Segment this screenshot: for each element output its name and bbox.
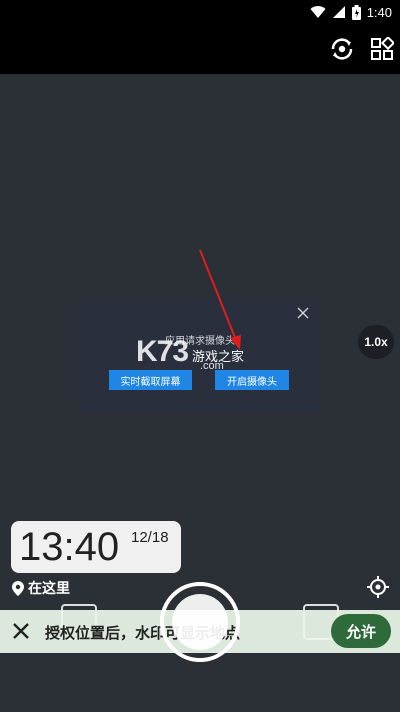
- open-camera-button[interactable]: 开启摄像头: [215, 370, 289, 390]
- wifi-icon: [310, 6, 326, 19]
- more-apps-button[interactable]: [368, 35, 396, 63]
- location-text: 在这里: [28, 581, 70, 597]
- time-watermark-card[interactable]: 13:40 12/18: [11, 521, 181, 573]
- time-display: 13:40: [19, 525, 120, 569]
- top-toolbar: [0, 24, 400, 74]
- close-icon[interactable]: [10, 620, 32, 642]
- battery-icon: [351, 4, 361, 20]
- status-time: 1:40: [366, 4, 392, 20]
- dialog-close-button[interactable]: [294, 304, 312, 322]
- status-icons: 1:40: [310, 3, 392, 21]
- allow-button[interactable]: 允许: [331, 614, 391, 648]
- shutter-button[interactable]: [160, 582, 240, 662]
- screen-capture-button[interactable]: 实时截取屏幕: [109, 370, 192, 390]
- signal-icon: [332, 6, 345, 18]
- close-icon: [297, 307, 309, 319]
- status-bar: 1:40: [0, 0, 400, 24]
- shutter-inner: [172, 594, 228, 650]
- camera-switch-button[interactable]: [328, 35, 356, 63]
- grid-apps-icon: [371, 37, 394, 60]
- date-display: 12/18: [131, 529, 169, 546]
- location-pin-icon: [12, 580, 24, 596]
- target-icon[interactable]: [366, 575, 390, 599]
- dialog-title: 应用请求摄像头: [165, 336, 235, 347]
- location-label[interactable]: 在这里: [12, 578, 70, 598]
- camera-permission-dialog: 应用请求摄像头 实时截取屏幕 开启摄像头: [80, 298, 320, 412]
- camera-switch-icon: [331, 38, 353, 60]
- zoom-level-button[interactable]: 1.0x: [358, 325, 394, 359]
